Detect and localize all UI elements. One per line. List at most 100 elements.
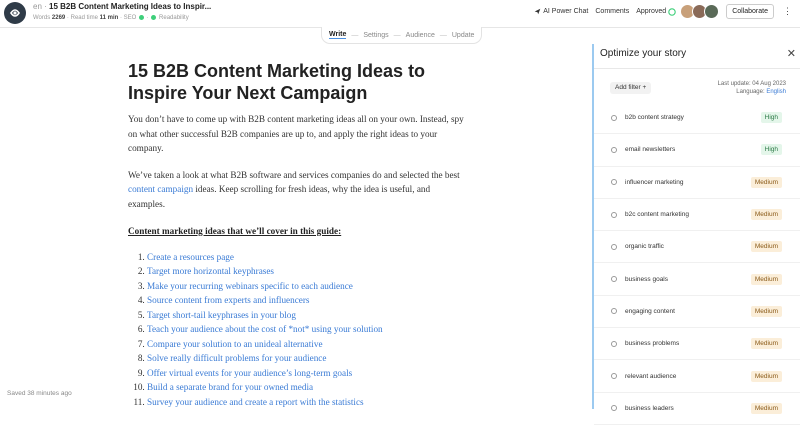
intro-paragraph[interactable]: You don’t have to come up with B2B conte…	[128, 112, 468, 156]
keyword-label: business leaders	[625, 404, 674, 412]
priority-badge: Medium	[750, 241, 782, 253]
keyword-label: organic traffic	[625, 243, 664, 251]
priority-badge: Medium	[750, 273, 782, 285]
keyword-radio[interactable]	[611, 114, 617, 121]
keyword-radio[interactable]	[611, 405, 617, 412]
document-title-line: en · 15 B2B Content Marketing Ideas to I…	[33, 2, 212, 11]
optimize-panel: Optimize your story ✕ Add filter + Last …	[592, 44, 800, 425]
keyword-radio[interactable]	[611, 211, 617, 218]
panel-divider	[594, 68, 800, 69]
toc-link[interactable]: Build a separate brand for your owned me…	[147, 382, 313, 392]
toc-item: Teach your audience about the cost of *n…	[147, 322, 468, 337]
add-filter-button[interactable]: Add filter +	[610, 82, 652, 94]
toc-link[interactable]: Target short-tail keyphrases in your blo…	[147, 310, 296, 320]
tab-audience[interactable]: Audience	[406, 32, 435, 39]
toc-link[interactable]: Compare your solution to an unideal alte…	[147, 339, 323, 349]
toc-link[interactable]: Solve really difficult problems for your…	[147, 353, 326, 363]
toc-link[interactable]: Teach your audience about the cost of *n…	[147, 324, 383, 334]
readability-status-dot	[151, 15, 157, 20]
ai-power-chat-label: AI Power Chat	[543, 8, 589, 15]
seo-label: SEO	[123, 15, 137, 22]
document-title[interactable]: 15 B2B Content Marketing Ideas to Inspir…	[49, 2, 211, 11]
close-icon[interactable]: ✕	[787, 47, 796, 60]
toc-link[interactable]: Create a resources page	[147, 252, 234, 262]
words-label: Words	[33, 15, 51, 22]
seo-status-dot	[139, 15, 145, 20]
toc-link[interactable]: Make your recurring webinars specific to…	[147, 281, 353, 291]
toc-item: Source content from experts and influenc…	[147, 293, 468, 308]
approved-label: Approved	[636, 8, 667, 15]
keyword-radio[interactable]	[611, 340, 617, 347]
ai-power-chat-button[interactable]: AI Power Chat	[534, 8, 588, 15]
avatar[interactable]	[704, 4, 720, 19]
app-logo[interactable]	[4, 2, 26, 24]
read-time-label: Read time	[70, 15, 98, 22]
language-link[interactable]: English	[766, 89, 786, 95]
toc-heading: Content marketing ideas that we’ll cover…	[128, 225, 342, 236]
toc-link[interactable]: Source content from experts and influenc…	[147, 295, 310, 305]
paragraph-text: We’ve taken a look at what B2B software …	[128, 169, 460, 180]
keyword-label: relevant audience	[625, 372, 677, 380]
panel-meta: Last update: 04 Aug 2023 Language: Engli…	[718, 80, 786, 96]
save-status: Saved 38 minutes ago	[7, 390, 72, 397]
list-item[interactable]: b2b content strategy High	[594, 102, 800, 135]
comments-button[interactable]: Comments	[595, 8, 629, 15]
keyword-label: business problems	[625, 340, 680, 348]
toc-item: Create a resources page	[147, 250, 468, 265]
collaborate-button[interactable]: Collaborate	[726, 4, 774, 19]
language-line: Language: English	[718, 88, 786, 96]
more-options-icon[interactable]: ⋮	[781, 6, 794, 17]
list-item[interactable]: relevant audience Medium	[594, 360, 800, 393]
keyword-radio[interactable]	[611, 308, 617, 315]
collaborator-avatars[interactable]	[680, 4, 720, 19]
approved-check-icon	[668, 7, 676, 16]
keyword-radio[interactable]	[611, 146, 617, 153]
list-item[interactable]: influencer marketing Medium	[594, 167, 800, 199]
priority-badge: Medium	[750, 305, 782, 317]
toc-item: Target short-tail keyphrases in your blo…	[147, 308, 468, 323]
toc-item: Offer virtual events for your audience’s…	[147, 366, 468, 381]
toc-link[interactable]: Target more horizontal keyphrases	[147, 266, 274, 276]
toc-link[interactable]: Survey your audience and create a report…	[147, 397, 364, 407]
toc-item: Survey your audience and create a report…	[147, 395, 468, 410]
top-bar: en · 15 B2B Content Marketing Ideas to I…	[0, 0, 800, 28]
keyword-label: engaging content	[625, 307, 675, 315]
toc-link[interactable]: Offer virtual events for your audience’s…	[147, 368, 352, 378]
step-separator: —	[351, 31, 359, 39]
article-title[interactable]: 15 B2B Content Marketing Ideas to Inspir…	[128, 60, 468, 104]
tab-update[interactable]: Update	[452, 32, 475, 39]
language-label: Language:	[736, 89, 765, 95]
content-campaign-link[interactable]: content campaign	[128, 184, 193, 194]
panel-title: Optimize your story	[600, 48, 687, 59]
keyword-label: b2b content strategy	[625, 114, 684, 122]
step-separator: —	[439, 31, 447, 39]
tab-write[interactable]: Write	[329, 31, 347, 39]
priority-badge: Medium	[750, 402, 782, 414]
read-time-value: 11 min	[99, 15, 119, 22]
toc-list: Create a resources page Target more hori…	[128, 250, 468, 410]
keyword-radio[interactable]	[611, 179, 617, 186]
second-paragraph[interactable]: We’ve taken a look at what B2B software …	[128, 168, 468, 212]
priority-badge: High	[760, 144, 782, 156]
list-item[interactable]: engaging content Medium	[594, 296, 800, 329]
list-item[interactable]: business problems Medium	[594, 328, 800, 361]
list-item[interactable]: b2c content marketing Medium	[594, 199, 800, 232]
priority-badge: Medium	[750, 338, 782, 350]
keyword-label: b2c content marketing	[625, 211, 689, 219]
workflow-steps: Write — Settings — Audience — Update	[321, 27, 483, 44]
list-item[interactable]: email newsletters High	[594, 134, 800, 167]
approval-status[interactable]: Approved	[636, 7, 676, 16]
keyword-label: influencer marketing	[625, 178, 684, 186]
list-item[interactable]: business goals Medium	[594, 263, 800, 296]
keyword-radio[interactable]	[611, 276, 617, 283]
toc-item: Make your recurring webinars specific to…	[147, 279, 468, 294]
keyword-label: business goals	[625, 275, 668, 283]
list-item[interactable]: organic traffic Medium	[594, 231, 800, 264]
keyword-list: b2b content strategy High email newslette…	[594, 102, 800, 425]
keyword-radio[interactable]	[611, 373, 617, 380]
language-code[interactable]: en	[33, 2, 42, 11]
keyword-radio[interactable]	[611, 243, 617, 250]
top-right-actions: AI Power Chat Comments Approved Collabor…	[534, 4, 794, 19]
article-editor[interactable]: 15 B2B Content Marketing Ideas to Inspir…	[128, 60, 468, 409]
tab-settings[interactable]: Settings	[363, 32, 388, 39]
